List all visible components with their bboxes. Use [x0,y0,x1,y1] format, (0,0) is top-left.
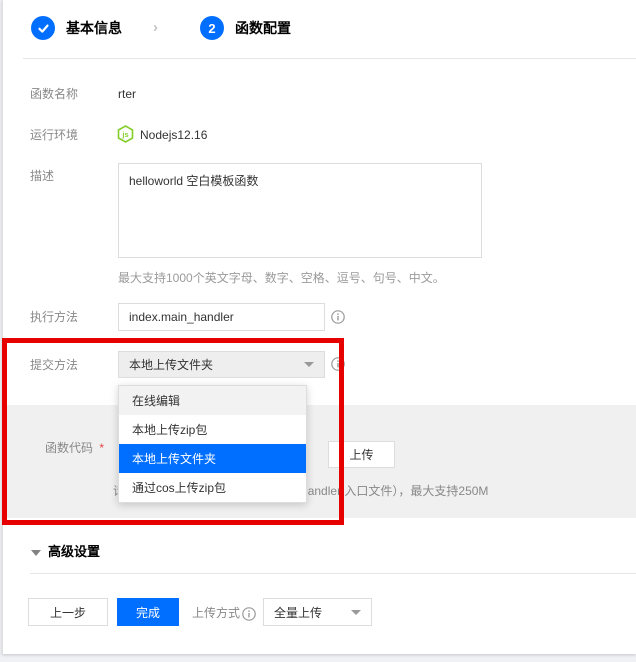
handler-input[interactable] [118,303,325,331]
step1-done-icon [31,16,55,40]
upload-mode-value: 全量上传 [274,604,322,621]
description-hint: 最大支持1000个英文字母、数字、空格、逗号、句号、中文。 [118,269,445,286]
submit-method-info-icon[interactable] [331,357,345,371]
step2-label: 函数配置 [235,16,291,40]
submit-method-dropdown-menu: 在线编辑 本地上传zip包 本地上传文件夹 通过cos上传zip包 [118,385,307,503]
triangle-down-icon [31,550,41,556]
advanced-settings-toggle[interactable]: 高级设置 [31,541,100,561]
nodejs-icon: js [117,125,134,143]
submit-method-value: 本地上传文件夹 [129,356,213,373]
function-code-section [3,405,636,518]
svg-text:js: js [121,130,128,139]
function-name-value: rter [118,87,136,101]
description-textarea[interactable]: helloworld 空白模板函数 [118,163,482,258]
finish-button[interactable]: 完成 [117,598,179,626]
runtime-value: Nodejs12.16 [140,128,207,142]
submit-method-select[interactable]: 本地上传文件夹 [118,351,325,378]
chevron-down-icon [351,610,361,615]
upload-mode-info-icon[interactable] [242,607,256,621]
advanced-settings-label: 高级设置 [48,544,100,559]
footer-divider [30,573,636,574]
chevron-down-icon [304,362,314,367]
step1-label[interactable]: 基本信息 [66,16,122,40]
description-label: 描述 [30,169,54,183]
dropdown-option-cos-zip[interactable]: 通过cos上传zip包 [119,473,306,502]
header-divider [23,58,636,59]
handler-label: 执行方法 [30,310,78,324]
function-code-label: 函数代码 * [45,441,104,455]
upload-button[interactable]: 上传 [328,441,395,468]
dropdown-option-local-zip[interactable]: 本地上传zip包 [119,415,306,444]
step-chevron-icon: › [153,16,158,40]
function-code-label-text: 函数代码 [45,441,93,455]
submit-method-label: 提交方法 [30,358,78,372]
required-asterisk: * [99,441,104,455]
step2-number-badge: 2 [200,16,224,40]
dropdown-option-online-edit[interactable]: 在线编辑 [119,386,306,415]
check-icon [37,22,50,35]
upload-mode-label-text: 上传方式 [192,606,240,620]
runtime-label: 运行环境 [30,128,78,142]
function-config-page: 基本信息 › 2 函数配置 函数名称 rter 运行环境 js Nodejs12… [0,0,636,662]
upload-mode-select[interactable]: 全量上传 [263,598,372,626]
handler-info-icon[interactable] [331,310,345,324]
dropdown-option-local-folder[interactable]: 本地上传文件夹 [119,444,306,473]
upload-mode-label: 上传方式 [192,606,256,621]
function-name-label: 函数名称 [30,87,78,101]
previous-step-button[interactable]: 上一步 [28,598,108,626]
